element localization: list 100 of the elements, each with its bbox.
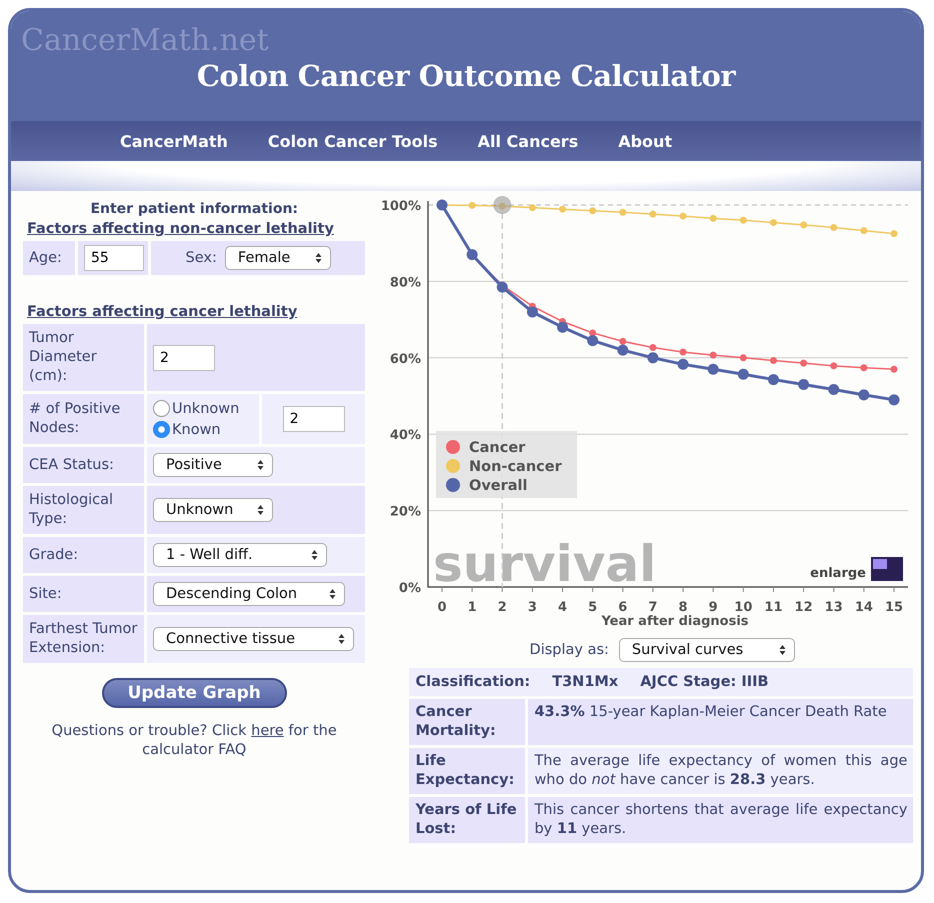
dropdown-select[interactable]: Connective tissue <box>153 627 354 651</box>
y-tick-label: 80% <box>390 275 422 290</box>
data-point <box>499 202 506 210</box>
x-tick-label: 7 <box>648 600 658 615</box>
x-tick-label: 2 <box>498 600 508 615</box>
data-point <box>830 224 838 232</box>
caret-icon <box>314 252 322 264</box>
result-label: Life Expectancy: <box>409 748 526 794</box>
text-field[interactable]: 2 <box>153 344 215 370</box>
field-label: Age: <box>29 248 62 268</box>
caret-icon <box>778 644 786 656</box>
x-tick-label: 5 <box>588 600 598 615</box>
data-point <box>830 362 838 370</box>
display-label: Display as: <box>530 640 609 660</box>
update-graph-button[interactable]: Update Graph <box>102 678 287 708</box>
nav-link[interactable]: All Cancers <box>464 132 592 150</box>
data-point <box>590 207 597 214</box>
cursor-marker[interactable] <box>494 196 512 214</box>
chart-watermark: survival <box>433 535 657 593</box>
faq-link[interactable]: here <box>251 723 284 739</box>
data-point <box>890 366 898 373</box>
data-point <box>680 348 688 356</box>
x-tick-label: 14 <box>855 600 874 615</box>
legend-label: Overall <box>469 478 528 494</box>
x-tick-label: 13 <box>825 600 844 615</box>
x-axis-title: Year after diagnosis <box>602 614 749 629</box>
data-point <box>800 221 808 228</box>
data-point <box>890 230 898 238</box>
data-point <box>888 394 900 406</box>
legend-label: Cancer <box>469 440 526 456</box>
x-tick-label: 12 <box>795 600 814 615</box>
section-link[interactable]: Factors affecting cancer lethality <box>27 304 298 320</box>
enlarge-button[interactable]: enlarge <box>810 557 904 581</box>
dropdown-select[interactable]: Unknown <box>153 498 273 522</box>
caret-icon <box>257 504 264 516</box>
data-point <box>738 368 750 380</box>
x-tick-label: 8 <box>679 600 688 615</box>
field-label: CEA Status: <box>29 456 114 474</box>
data-point <box>770 219 778 226</box>
data-point <box>529 204 536 212</box>
nav-link[interactable]: Colon Cancer Tools <box>254 132 452 150</box>
result-label: Cancer Mortality: <box>409 699 526 745</box>
data-point <box>467 249 478 260</box>
data-point <box>436 200 448 210</box>
section-link[interactable]: Factors affecting non-cancer lethality <box>27 221 334 237</box>
nav-link[interactable]: CancerMath <box>106 132 242 150</box>
result-text: This cancer shortens that average life expectancy by 11 years. <box>528 797 914 843</box>
y-tick-label: 0% <box>399 581 422 596</box>
field-label: Histological Type: <box>29 491 114 529</box>
data-point <box>708 364 720 375</box>
nav-link[interactable]: About <box>604 132 686 150</box>
classification-value: T3N1Mx <box>552 674 618 690</box>
result-label: Years of Life Lost: <box>409 797 526 843</box>
y-tick-label: 60% <box>390 352 422 367</box>
data-point <box>650 210 657 218</box>
y-tick-label: 100% <box>381 199 422 214</box>
caret-icon <box>311 549 318 561</box>
dropdown-select[interactable]: Descending Colon <box>153 582 345 606</box>
age-field[interactable]: 55 <box>84 245 144 271</box>
x-tick-label: 15 <box>885 600 904 615</box>
y-tick-label: 40% <box>390 428 422 444</box>
data-point <box>740 354 748 362</box>
field-label: Sex: <box>186 248 217 268</box>
text-field[interactable]: 2 <box>282 406 345 432</box>
caret-icon <box>257 459 264 471</box>
data-point <box>800 360 808 367</box>
data-point <box>860 364 868 372</box>
field-label: Farthest Tumor Extension: <box>29 620 138 658</box>
data-point <box>559 206 566 213</box>
data-point <box>768 374 780 386</box>
display-select[interactable]: Survival curves <box>618 638 795 662</box>
data-point <box>858 389 870 400</box>
data-point <box>469 202 476 209</box>
x-tick-label: 3 <box>528 600 538 615</box>
x-tick-label: 10 <box>734 600 753 615</box>
caret-icon <box>338 633 345 645</box>
dropdown-select[interactable]: Positive <box>153 453 273 477</box>
y-tick-label: 20% <box>390 504 422 520</box>
sex-select[interactable]: Female <box>224 246 331 270</box>
x-tick-label: 4 <box>558 600 568 615</box>
field-label: Grade: <box>29 546 78 564</box>
classification-label: Classification: <box>415 674 530 690</box>
enlarge-icon <box>871 557 904 581</box>
field-label: # of Positive Nodes: <box>29 400 122 438</box>
form-heading: Enter patient information: <box>90 201 298 217</box>
faq-text: Questions or trouble? Click here for the calculator FAQ <box>50 722 338 760</box>
page-title: Colon Cancer Outcome Calculator <box>196 59 736 93</box>
data-point <box>678 358 690 370</box>
data-point <box>497 282 508 293</box>
radio-option[interactable]: Known <box>153 421 221 438</box>
radio-option[interactable]: Unknown <box>153 400 240 417</box>
data-point <box>770 356 778 364</box>
legend-label: Non-cancer <box>469 459 562 475</box>
field-label: Tumor Diameter (cm): <box>29 329 98 386</box>
result-text: The average life expectancy of women this age who do not have cancer is 28.3 years. <box>528 748 914 794</box>
dropdown-select[interactable]: 1 - Well diff. <box>153 543 327 567</box>
data-point <box>680 212 688 220</box>
data-point <box>620 208 627 216</box>
data-point <box>710 214 718 222</box>
x-tick-label: 9 <box>709 600 718 615</box>
